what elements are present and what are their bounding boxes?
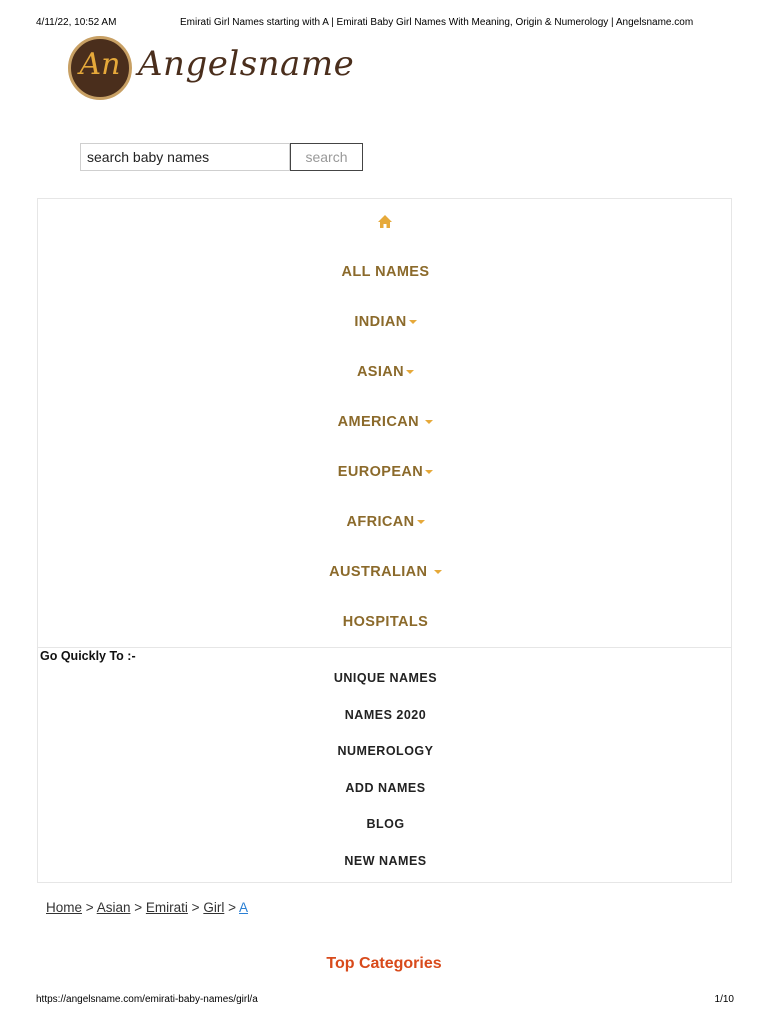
nav-item-american[interactable]: AMERICAN: [38, 414, 733, 430]
home-icon[interactable]: [377, 214, 393, 229]
chevron-down-icon: [406, 370, 415, 375]
nav-item-all-names[interactable]: ALL NAMES: [38, 264, 733, 280]
nav-item-australian[interactable]: AUSTRALIAN: [38, 564, 733, 580]
print-footer: https://angelsname.com/emirati-baby-name…: [0, 994, 768, 1008]
nav-label: HOSPITALS: [342, 614, 429, 630]
logo-badge-text: An: [79, 47, 121, 82]
logo-badge: An: [68, 36, 132, 100]
nav-label: INDIAN: [354, 314, 407, 330]
quick-link-unique-names[interactable]: UNIQUE NAMES: [38, 671, 733, 685]
chevron-down-icon: [416, 520, 425, 525]
quick-links: Go Quickly To :- UNIQUE NAMES NAMES 2020…: [37, 647, 732, 883]
quick-links-title: Go Quickly To :-: [40, 649, 136, 663]
chevron-down-icon: [425, 420, 434, 425]
print-header: 4/11/22, 10:52 AM Emirati Girl Names sta…: [0, 17, 768, 31]
breadcrumb-separator: >: [134, 900, 143, 915]
breadcrumb-girl[interactable]: Girl: [203, 900, 224, 915]
nav-label: ASIAN: [356, 364, 405, 380]
quick-link-names-2020[interactable]: NAMES 2020: [38, 708, 733, 722]
chevron-down-icon: [425, 470, 434, 475]
chevron-down-icon: [408, 320, 417, 325]
nav-item-indian[interactable]: INDIAN: [38, 314, 733, 330]
nav-label: ALL NAMES: [341, 264, 430, 280]
breadcrumb-separator: >: [191, 900, 200, 915]
print-page-number: 1/10: [714, 994, 734, 1005]
nav-label: EUROPEAN: [337, 464, 424, 480]
breadcrumb-home[interactable]: Home: [46, 900, 82, 915]
nav-label: AFRICAN: [346, 514, 415, 530]
quick-link-new-names[interactable]: NEW NAMES: [38, 854, 733, 868]
top-categories-heading: Top Categories: [326, 955, 442, 972]
quick-link-numerology[interactable]: NUMEROLOGY: [38, 744, 733, 758]
nav-item-hospitals[interactable]: HOSPITALS: [38, 614, 733, 630]
logo-wordmark: Angelsname: [138, 44, 355, 84]
quick-link-add-names[interactable]: ADD NAMES: [38, 781, 733, 795]
chevron-down-icon: [433, 570, 442, 575]
quick-link-blog[interactable]: BLOG: [38, 817, 733, 831]
breadcrumb: Home > Asian > Emirati > Girl > A: [46, 900, 248, 915]
breadcrumb-asian[interactable]: Asian: [97, 900, 131, 915]
print-url: https://angelsname.com/emirati-baby-name…: [36, 994, 258, 1005]
print-page-title: Emirati Girl Names starting with A | Emi…: [180, 17, 694, 28]
nav-item-african[interactable]: AFRICAN: [38, 514, 733, 530]
search-button[interactable]: search: [290, 143, 363, 171]
breadcrumb-current[interactable]: A: [239, 900, 248, 915]
breadcrumb-emirati[interactable]: Emirati: [146, 900, 188, 915]
nav-label: AUSTRALIAN: [329, 564, 432, 580]
search-input[interactable]: [80, 143, 290, 171]
breadcrumb-separator: >: [85, 900, 94, 915]
nav-item-european[interactable]: EUROPEAN: [38, 464, 733, 480]
print-datetime: 4/11/22, 10:52 AM: [36, 17, 117, 28]
site-logo[interactable]: An Angelsname: [68, 36, 358, 102]
breadcrumb-separator: >: [228, 900, 236, 915]
nav-label: AMERICAN: [337, 414, 424, 430]
nav-item-asian[interactable]: ASIAN: [38, 364, 733, 380]
main-nav: ALL NAMES INDIAN ASIAN AMERICAN EUROPEAN…: [37, 198, 732, 648]
